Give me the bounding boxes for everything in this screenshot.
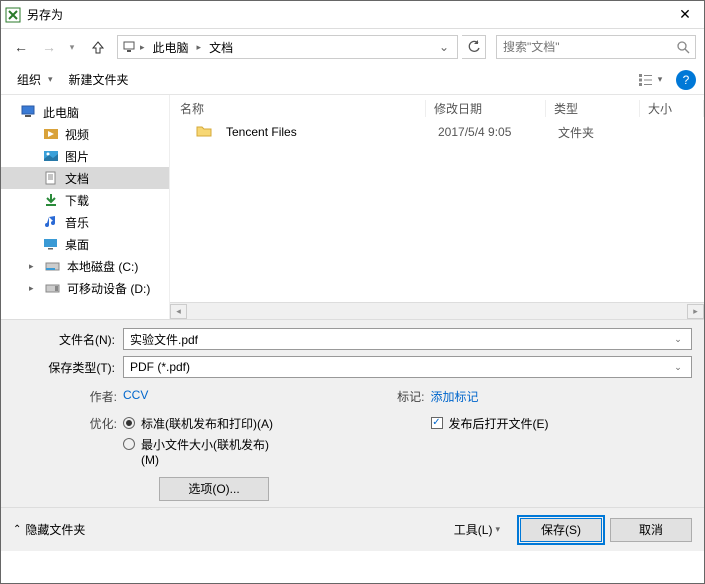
desktop-icon (43, 237, 59, 251)
chevron-right-icon[interactable]: ▸ (195, 42, 204, 53)
hide-folders-button[interactable]: ⌃ 隐藏文件夹 (13, 521, 85, 538)
tree-item-downloads[interactable]: 下载 (1, 189, 169, 211)
radio-off-icon (123, 438, 135, 450)
refresh-button[interactable] (462, 35, 486, 59)
filetype-label: 保存类型(T): (13, 359, 123, 376)
usb-icon (45, 281, 61, 295)
list-item[interactable]: Tencent Files 2017/5/4 9:05 文件夹 (170, 121, 704, 143)
video-icon (43, 127, 59, 141)
tree-item-documents[interactable]: 文档 (1, 167, 169, 189)
new-folder-button[interactable]: 新建文件夹 (61, 71, 137, 88)
tree-item-video[interactable]: 视频 (1, 123, 169, 145)
col-size[interactable]: 大小 (640, 100, 704, 117)
picture-icon (43, 149, 59, 163)
tree-item-pictures[interactable]: 图片 (1, 145, 169, 167)
app-icon (5, 7, 21, 23)
tree-item-desktop[interactable]: 桌面 (1, 233, 169, 255)
col-type[interactable]: 类型 (546, 100, 640, 117)
expander-icon[interactable]: ▸ (29, 261, 39, 272)
filename-input[interactable]: 实验文件.pdf ⌄ (123, 328, 692, 350)
chevron-down-icon[interactable]: ⌄ (671, 334, 685, 345)
scroll-right-icon[interactable]: ▸ (687, 304, 704, 319)
chevron-down-icon[interactable]: ⌄ (671, 362, 685, 373)
document-icon (43, 171, 59, 185)
nav-back-button[interactable]: ← (9, 35, 33, 59)
scroll-left-icon[interactable]: ◂ (170, 304, 187, 319)
tree-item-disk-d[interactable]: ▸ 可移动设备 (D:) (1, 277, 169, 299)
tree-item-music[interactable]: 音乐 (1, 211, 169, 233)
breadcrumb-seg-1[interactable]: 文档 (205, 39, 237, 56)
cancel-button[interactable]: 取消 (610, 518, 692, 542)
search-icon[interactable] (671, 40, 695, 54)
window-title: 另存为 (27, 6, 670, 23)
author-value[interactable]: CCV (123, 388, 148, 405)
disk-icon (45, 259, 61, 273)
col-date[interactable]: 修改日期 (426, 100, 546, 117)
breadcrumb-seg-0[interactable]: 此电脑 (149, 39, 193, 56)
folder-icon (196, 125, 212, 139)
horizontal-scrollbar[interactable]: ◂ ▸ (170, 302, 704, 319)
tree-item-disk-c[interactable]: ▸ 本地磁盘 (C:) (1, 255, 169, 277)
close-icon[interactable]: ✕ (670, 6, 700, 23)
tools-dropdown[interactable]: 工具(L) ▾ (454, 521, 500, 538)
breadcrumb-dropdown[interactable]: ⌄ (239, 40, 453, 54)
download-icon (43, 193, 59, 207)
help-button[interactable]: ? (676, 70, 696, 90)
checkbox-on-icon (431, 417, 443, 429)
tags-label: 标记: (385, 388, 431, 405)
tree-item-pc[interactable]: 此电脑 (1, 101, 169, 123)
pc-icon (122, 40, 136, 54)
nav-up-button[interactable] (87, 36, 109, 58)
optimize-min-radio[interactable]: 最小文件大小(联机发布)(M) (123, 436, 281, 467)
optimize-standard-radio[interactable]: 标准(联机发布和打印)(A) (123, 415, 281, 432)
filetype-select[interactable]: PDF (*.pdf) ⌄ (123, 356, 692, 378)
chevron-down-icon: ▾ (495, 524, 500, 535)
search-input[interactable] (497, 40, 671, 54)
nav-forward-button[interactable]: → (37, 35, 61, 59)
open-after-checkbox[interactable]: 发布后打开文件(E) (431, 415, 549, 432)
music-icon (43, 215, 59, 229)
options-button[interactable]: 选项(O)... (159, 477, 269, 501)
file-list-header: 名称 修改日期 类型 大小 (170, 95, 704, 121)
radio-on-icon (123, 417, 135, 429)
save-button[interactable]: 保存(S) (520, 518, 602, 542)
tags-value[interactable]: 添加标记 (431, 388, 479, 405)
col-name[interactable]: 名称 (170, 100, 426, 117)
expander-icon[interactable]: ▸ (29, 283, 39, 294)
optimize-label: 优化: (77, 415, 123, 432)
search-box[interactable] (496, 35, 696, 59)
file-list: 名称 修改日期 类型 大小 Tencent Files 2017/5/4 9:0… (169, 95, 704, 319)
nav-history-dropdown[interactable]: ▾ (65, 42, 79, 53)
folder-tree: 此电脑 视频 图片 文档 下载 音乐 桌面 ▸ 本地磁盘 (C:) (1, 95, 169, 319)
chevron-right-icon[interactable]: ▸ (138, 42, 147, 53)
chevron-up-icon: ⌃ (13, 524, 21, 535)
view-mode-button[interactable]: ▾ (636, 69, 664, 91)
pc-icon (21, 105, 37, 119)
author-label: 作者: (77, 388, 123, 405)
organize-button[interactable]: 组织▾ (9, 71, 61, 88)
filename-label: 文件名(N): (13, 331, 123, 348)
breadcrumb[interactable]: ▸ 此电脑 ▸ 文档 ⌄ (117, 35, 458, 59)
